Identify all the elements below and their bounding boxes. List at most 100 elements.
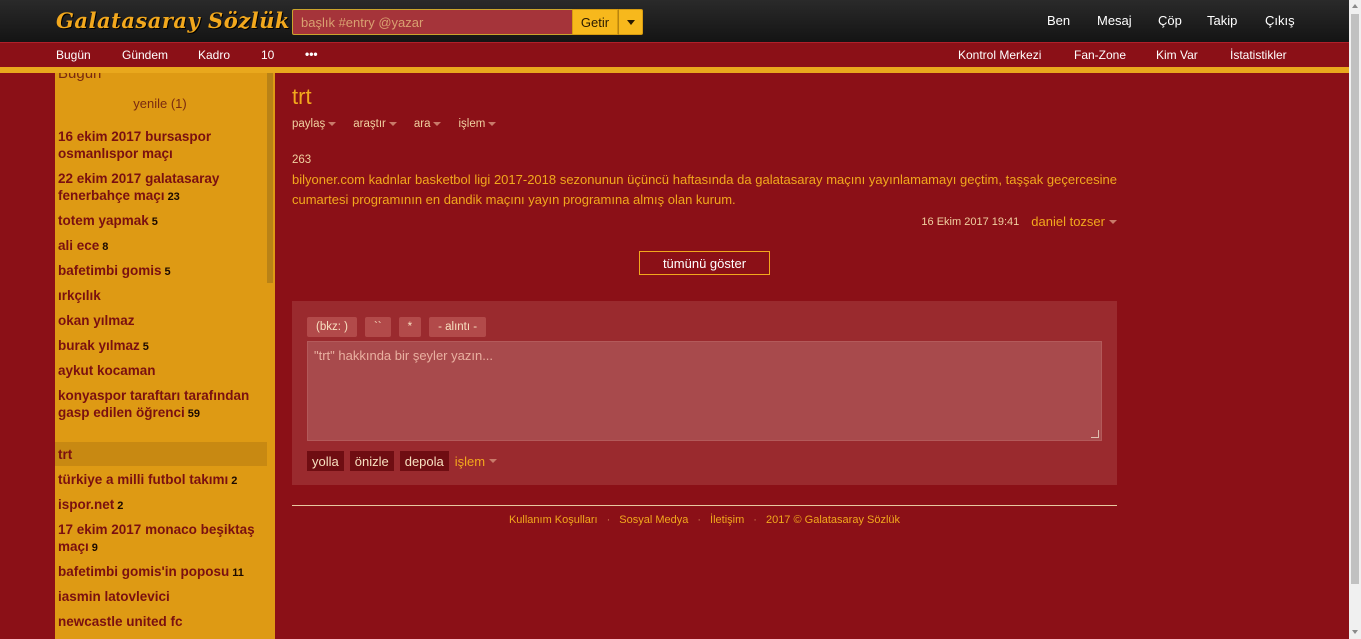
topic-title: burak yılmaz xyxy=(58,338,140,353)
research-menu[interactable]: araştır xyxy=(353,118,397,130)
entry-date[interactable]: 16 Ekim 2017 19:41 xyxy=(921,216,1019,228)
footer-social-link[interactable]: Sosyal Medya xyxy=(619,514,688,526)
topic-item[interactable]: aykut kocaman xyxy=(55,362,267,379)
footer-contact-link[interactable]: İletişim xyxy=(710,514,744,526)
entry-number[interactable]: 263 xyxy=(292,154,311,166)
nav-mesaj[interactable]: Mesaj xyxy=(1097,13,1132,28)
footer-terms-link[interactable]: Kullanım Koşulları xyxy=(509,514,598,526)
editor-operation-menu[interactable]: işlem xyxy=(454,453,498,469)
page-title[interactable]: trt xyxy=(292,84,312,110)
topic-item[interactable]: iasmin latovlevici xyxy=(55,588,267,605)
topic-item[interactable]: ırkçılık xyxy=(55,287,267,304)
topic-item[interactable]: newcastle united fc xyxy=(55,613,267,630)
topic-item[interactable]: 16 ekim 2017 bursaspor osmanlıspor maçı xyxy=(55,128,267,162)
search-menu[interactable]: ara xyxy=(414,118,442,130)
entry-textarea[interactable]: "trt" hakkında bir şeyler yazın... xyxy=(307,341,1102,441)
separator: · xyxy=(753,514,757,526)
topic-title: ırkçılık xyxy=(58,288,101,303)
chevron-down-icon xyxy=(1109,219,1117,224)
bkz-button[interactable]: (bkz: ) xyxy=(307,317,357,337)
topic-title: okan yılmaz xyxy=(58,313,135,328)
entry-body: bilyoner.com kadnlar basketbol ligi 2017… xyxy=(292,172,1117,207)
topic-title: ispor.net xyxy=(58,497,115,512)
topic-item[interactable]: konyaspor taraftarı tarafından gasp edil… xyxy=(55,387,267,423)
search-button[interactable]: Getir xyxy=(572,9,618,35)
chevron-down-icon xyxy=(328,122,337,126)
share-menu[interactable]: paylaş xyxy=(292,118,337,130)
entry-author[interactable]: daniel tozser xyxy=(1031,214,1117,229)
topic-item[interactable]: totem yapmak 5 xyxy=(55,212,267,231)
operation-menu[interactable]: işlem xyxy=(458,118,497,130)
topic-title: konyaspor taraftarı tarafından gasp edil… xyxy=(58,388,250,420)
subnav-fan-zone[interactable]: Fan-Zone xyxy=(1074,48,1126,62)
subnav-kadro[interactable]: Kadro xyxy=(198,48,230,62)
scrollbar-thumb[interactable] xyxy=(1351,14,1359,584)
topic-item[interactable]: 22 ekim 2017 galatasaray fenerbahçe maçı… xyxy=(55,170,267,206)
scroll-down-icon[interactable] xyxy=(1352,630,1358,634)
topic-count: 2 xyxy=(117,500,124,512)
topic-count: 5 xyxy=(142,341,149,353)
refresh-link[interactable]: yenile (1) xyxy=(55,96,265,111)
top-bar: Galatasaray Sözlük Getir Ben Mesaj Çöp T… xyxy=(0,0,1349,42)
search-label: ara xyxy=(413,118,431,130)
topic-title: totem yapmak xyxy=(58,213,149,228)
search-input[interactable] xyxy=(292,9,572,35)
topic-item[interactable]: okan yılmaz xyxy=(55,312,267,329)
subnav-kontrol-merkezi[interactable]: Kontrol Merkezi xyxy=(958,48,1041,62)
sub-nav: Bugün Gündem Kadro 10 ••• Kontrol Merkez… xyxy=(0,42,1349,67)
resize-handle-icon[interactable] xyxy=(1091,430,1099,438)
preview-button[interactable]: önizle xyxy=(349,451,394,471)
footer-copyright: 2017 © Galatasaray Sözlük xyxy=(765,514,901,526)
nav-takip[interactable]: Takip xyxy=(1207,13,1237,28)
topic-title: 16 ekim 2017 bursaspor osmanlıspor maçı xyxy=(58,129,212,161)
quote-button[interactable]: - alıntı - xyxy=(429,317,487,337)
topic-item[interactable]: ispor.net 2 xyxy=(55,496,267,515)
nav-cop[interactable]: Çöp xyxy=(1158,13,1182,28)
footer-divider xyxy=(292,505,1117,506)
subnav-kim-var[interactable]: Kim Var xyxy=(1156,48,1198,62)
subnav-bugun[interactable]: Bugün xyxy=(56,48,91,62)
subnav-gundem[interactable]: Gündem xyxy=(122,48,168,62)
topic-actions: paylaş araştır ara işlem xyxy=(292,118,513,130)
save-draft-button[interactable]: depola xyxy=(399,451,449,471)
topic-count: 9 xyxy=(91,542,98,554)
topic-item[interactable]: ali ece 8 xyxy=(55,237,267,256)
subnav-10[interactable]: 10 xyxy=(261,48,274,62)
more-icon[interactable]: ••• xyxy=(305,47,318,61)
page-scrollbar[interactable] xyxy=(1349,0,1361,639)
topic-title: newcastle united fc xyxy=(58,614,183,629)
chevron-down-icon xyxy=(488,122,497,126)
subnav-istatistikler[interactable]: İstatistikler xyxy=(1230,48,1287,62)
topic-item-active[interactable]: trt xyxy=(55,442,267,466)
topic-title: iasmin latovlevici xyxy=(58,589,170,604)
textarea-placeholder: "trt" hakkında bir şeyler yazın... xyxy=(314,348,494,363)
site-logo[interactable]: Galatasaray Sözlük xyxy=(56,8,290,33)
entry-meta: 16 Ekim 2017 19:41 daniel tozser xyxy=(292,214,1117,229)
topic-count: 23 xyxy=(167,191,180,203)
chevron-down-icon xyxy=(489,459,498,463)
topic-count: 59 xyxy=(187,408,201,420)
topic-item[interactable]: burak yılmaz 5 xyxy=(55,337,267,356)
format-toolbar: (bkz: ) `` * - alıntı - xyxy=(307,317,487,337)
topic-title: trt xyxy=(58,447,73,462)
topic-item[interactable]: bafetimbi gomis'in poposu 11 xyxy=(55,563,267,582)
separator: · xyxy=(697,514,702,526)
topic-title: 17 ekim 2017 monaco beşiktaş maçı xyxy=(58,522,255,554)
show-all-button[interactable]: tümünü göster xyxy=(639,251,770,275)
operation-label: işlem xyxy=(454,453,486,469)
topic-item[interactable]: 17 ekim 2017 monaco beşiktaş maçı 9 xyxy=(55,521,267,557)
nav-ben[interactable]: Ben xyxy=(1047,13,1070,28)
hidden-bkz-button[interactable]: `` xyxy=(364,317,391,337)
chevron-down-icon xyxy=(433,122,442,126)
nav-cikis[interactable]: Çıkış xyxy=(1265,13,1295,28)
topic-item[interactable]: türkiye a milli futbol takımı 2 xyxy=(55,471,267,490)
scroll-up-icon[interactable] xyxy=(1352,4,1358,8)
sidebar-scrollbar[interactable] xyxy=(267,73,273,283)
search-options-button[interactable] xyxy=(618,9,643,35)
send-button[interactable]: yolla xyxy=(307,451,344,471)
topic-item[interactable]: bafetimbi gomis 5 xyxy=(55,262,267,281)
topic-title: bafetimbi gomis'in poposu xyxy=(58,564,230,579)
footer: Kullanım Koşulları · Sosyal Medya · İlet… xyxy=(292,514,1117,526)
topic-count: 11 xyxy=(232,567,244,579)
asterisk-button[interactable]: * xyxy=(398,317,422,337)
